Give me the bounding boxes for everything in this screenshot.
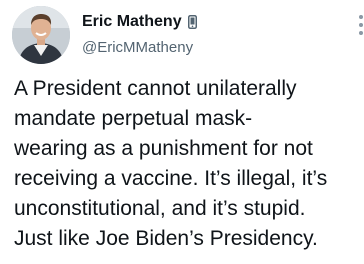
tweet-text-line: A President cannot unilaterally [14, 77, 297, 100]
tweet-header: Eric Matheny @EricMMatheny [82, 12, 344, 58]
tweet-card: Eric Matheny @EricMMatheny A President c… [0, 0, 364, 264]
tweet-text-line: Just like Joe Biden’s Presidency. [14, 227, 318, 250]
user-handle[interactable]: @EricMMatheny [82, 38, 344, 58]
tweet-text: A President cannot unilaterally mandate … [14, 74, 360, 254]
tweet-text-line: mandate perpetual mask- [14, 107, 253, 130]
tweet-text-line: unconstitutional, and it’s stupid. [14, 197, 306, 220]
tweet-text-line: receiving a vaccine. It’s illegal, it’s [14, 167, 328, 190]
name-row: Eric Matheny [82, 12, 344, 32]
more-options-icon[interactable] [358, 14, 364, 36]
display-name[interactable]: Eric Matheny [82, 12, 182, 32]
phone-icon [187, 15, 197, 29]
avatar[interactable] [12, 6, 70, 64]
avatar-photo [12, 6, 70, 64]
tweet-text-line: wearing as a punishment for not [14, 137, 313, 160]
